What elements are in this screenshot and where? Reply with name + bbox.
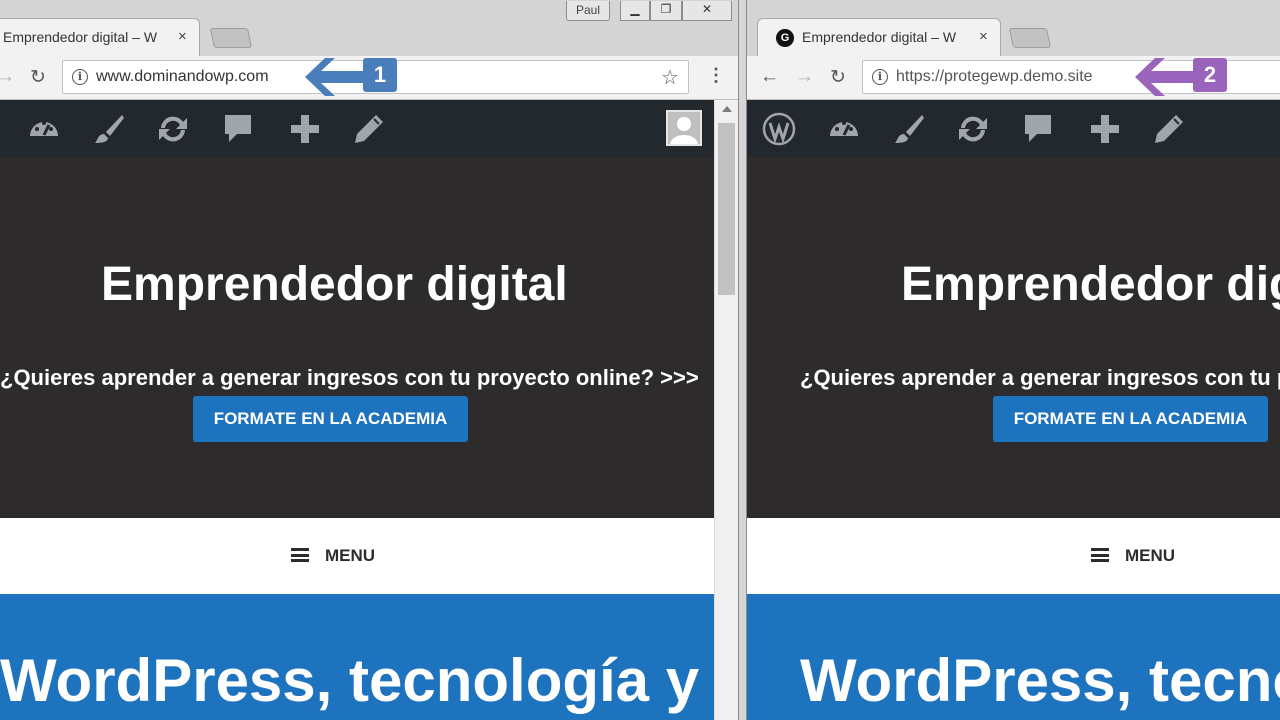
comments-icon[interactable]	[221, 112, 255, 146]
back-icon[interactable]: ←	[760, 66, 779, 88]
callout-number: 2	[1193, 58, 1227, 92]
info-icon[interactable]: i	[72, 69, 88, 85]
callout-number: 1	[363, 58, 397, 92]
nav-menu-bar: MENU	[747, 518, 1280, 594]
menu-label: MENU	[325, 546, 376, 565]
menu-label: MENU	[1125, 546, 1176, 565]
tab-strip: Emprendedor digital – W × Paul ▁ ❐ ✕	[0, 0, 738, 56]
web-page: Emprendedor digital ¿Quieres aprender a …	[747, 100, 1280, 720]
tab-title: Emprendedor digital – W	[802, 29, 957, 45]
new-content-plus-icon[interactable]	[288, 112, 322, 146]
restore-button[interactable]: ❐	[650, 1, 682, 21]
scroll-up-icon[interactable]	[722, 106, 732, 112]
url-text[interactable]: https://protegewp.demo.site	[896, 68, 1093, 86]
minimize-button[interactable]: ▁	[620, 1, 650, 21]
callout-arrow-2: 2	[1135, 58, 1227, 101]
right-browser-window: G Emprendedor digital – W × ← → ↻ i http…	[747, 0, 1280, 720]
close-window-button[interactable]: ✕	[682, 1, 732, 21]
edit-pencil-icon[interactable]	[352, 112, 386, 146]
user-avatar-icon	[670, 117, 698, 144]
info-icon[interactable]: i	[872, 69, 888, 85]
reload-icon[interactable]: ↻	[830, 66, 846, 89]
profile-badge[interactable]: Paul	[566, 1, 610, 21]
wp-admin-bar	[0, 100, 738, 157]
tab-close-icon[interactable]: ×	[178, 28, 187, 45]
customize-brush-icon[interactable]	[92, 112, 126, 146]
tab-strip: G Emprendedor digital – W ×	[747, 0, 1280, 56]
hamburger-icon	[291, 548, 309, 562]
browser-tab[interactable]: Emprendedor digital – W ×	[0, 18, 200, 56]
comments-icon[interactable]	[1021, 112, 1055, 146]
updates-icon[interactable]	[956, 112, 990, 146]
new-tab-button[interactable]	[1008, 28, 1052, 48]
hamburger-icon	[1091, 548, 1109, 562]
featured-headline: WordPress, tecnología y	[800, 647, 1280, 714]
forward-icon[interactable]: →	[0, 66, 15, 88]
browser-menu-icon[interactable]: ⋮	[707, 65, 725, 86]
site-tagline: ¿Quieres aprender a generar ingresos con…	[800, 365, 1280, 390]
menu-toggle[interactable]: MENU	[1091, 546, 1175, 566]
page-scrollbar[interactable]	[714, 100, 738, 720]
url-text[interactable]: www.dominandowp.com	[96, 68, 269, 86]
scroll-thumb[interactable]	[718, 123, 735, 295]
tab-close-icon[interactable]: ×	[979, 28, 988, 45]
customize-brush-icon[interactable]	[892, 112, 926, 146]
wp-admin-bar	[747, 100, 1280, 157]
forward-icon[interactable]: →	[795, 66, 814, 88]
academy-cta-button[interactable]: FORMATE EN LA ACADEMIA	[993, 396, 1268, 442]
site-title[interactable]: Emprendedor digital	[101, 257, 568, 312]
left-browser-window: Emprendedor digital – W × Paul ▁ ❐ ✕ → ↻…	[0, 0, 738, 720]
menu-toggle[interactable]: MENU	[291, 546, 375, 566]
academy-cta-button[interactable]: FORMATE EN LA ACADEMIA	[193, 396, 468, 442]
favicon: G	[776, 29, 794, 47]
nav-menu-bar: MENU	[0, 518, 738, 594]
featured-section: WordPress, tecnología y	[0, 594, 738, 720]
hero-section: Emprendedor digital ¿Quieres aprender a …	[747, 157, 1280, 518]
new-content-plus-icon[interactable]	[1088, 112, 1122, 146]
site-title[interactable]: Emprendedor digital	[901, 257, 1280, 312]
window-divider	[738, 0, 747, 720]
tab-title: Emprendedor digital – W	[3, 29, 158, 45]
web-page: Emprendedor digital ¿Quieres aprender a …	[0, 100, 738, 720]
callout-arrow-1: 1	[305, 58, 397, 101]
bookmark-star-icon[interactable]: ☆	[661, 65, 679, 90]
dashboard-icon[interactable]	[827, 112, 861, 146]
site-tagline: ¿Quieres aprender a generar ingresos con…	[0, 365, 699, 390]
new-tab-button[interactable]	[209, 28, 253, 48]
featured-section: WordPress, tecnología y	[747, 594, 1280, 720]
browser-tab[interactable]: G Emprendedor digital – W ×	[757, 18, 1001, 56]
reload-icon[interactable]: ↻	[30, 66, 46, 89]
hero-section: Emprendedor digital ¿Quieres aprender a …	[0, 157, 738, 518]
dashboard-icon[interactable]	[27, 112, 61, 146]
edit-pencil-icon[interactable]	[1152, 112, 1186, 146]
left-arrow-icon	[305, 58, 365, 96]
featured-headline: WordPress, tecnología y	[0, 647, 700, 714]
updates-icon[interactable]	[156, 112, 190, 146]
left-arrow-icon	[1135, 58, 1195, 96]
avatar[interactable]	[666, 110, 702, 146]
wordpress-logo-icon[interactable]	[762, 112, 796, 146]
